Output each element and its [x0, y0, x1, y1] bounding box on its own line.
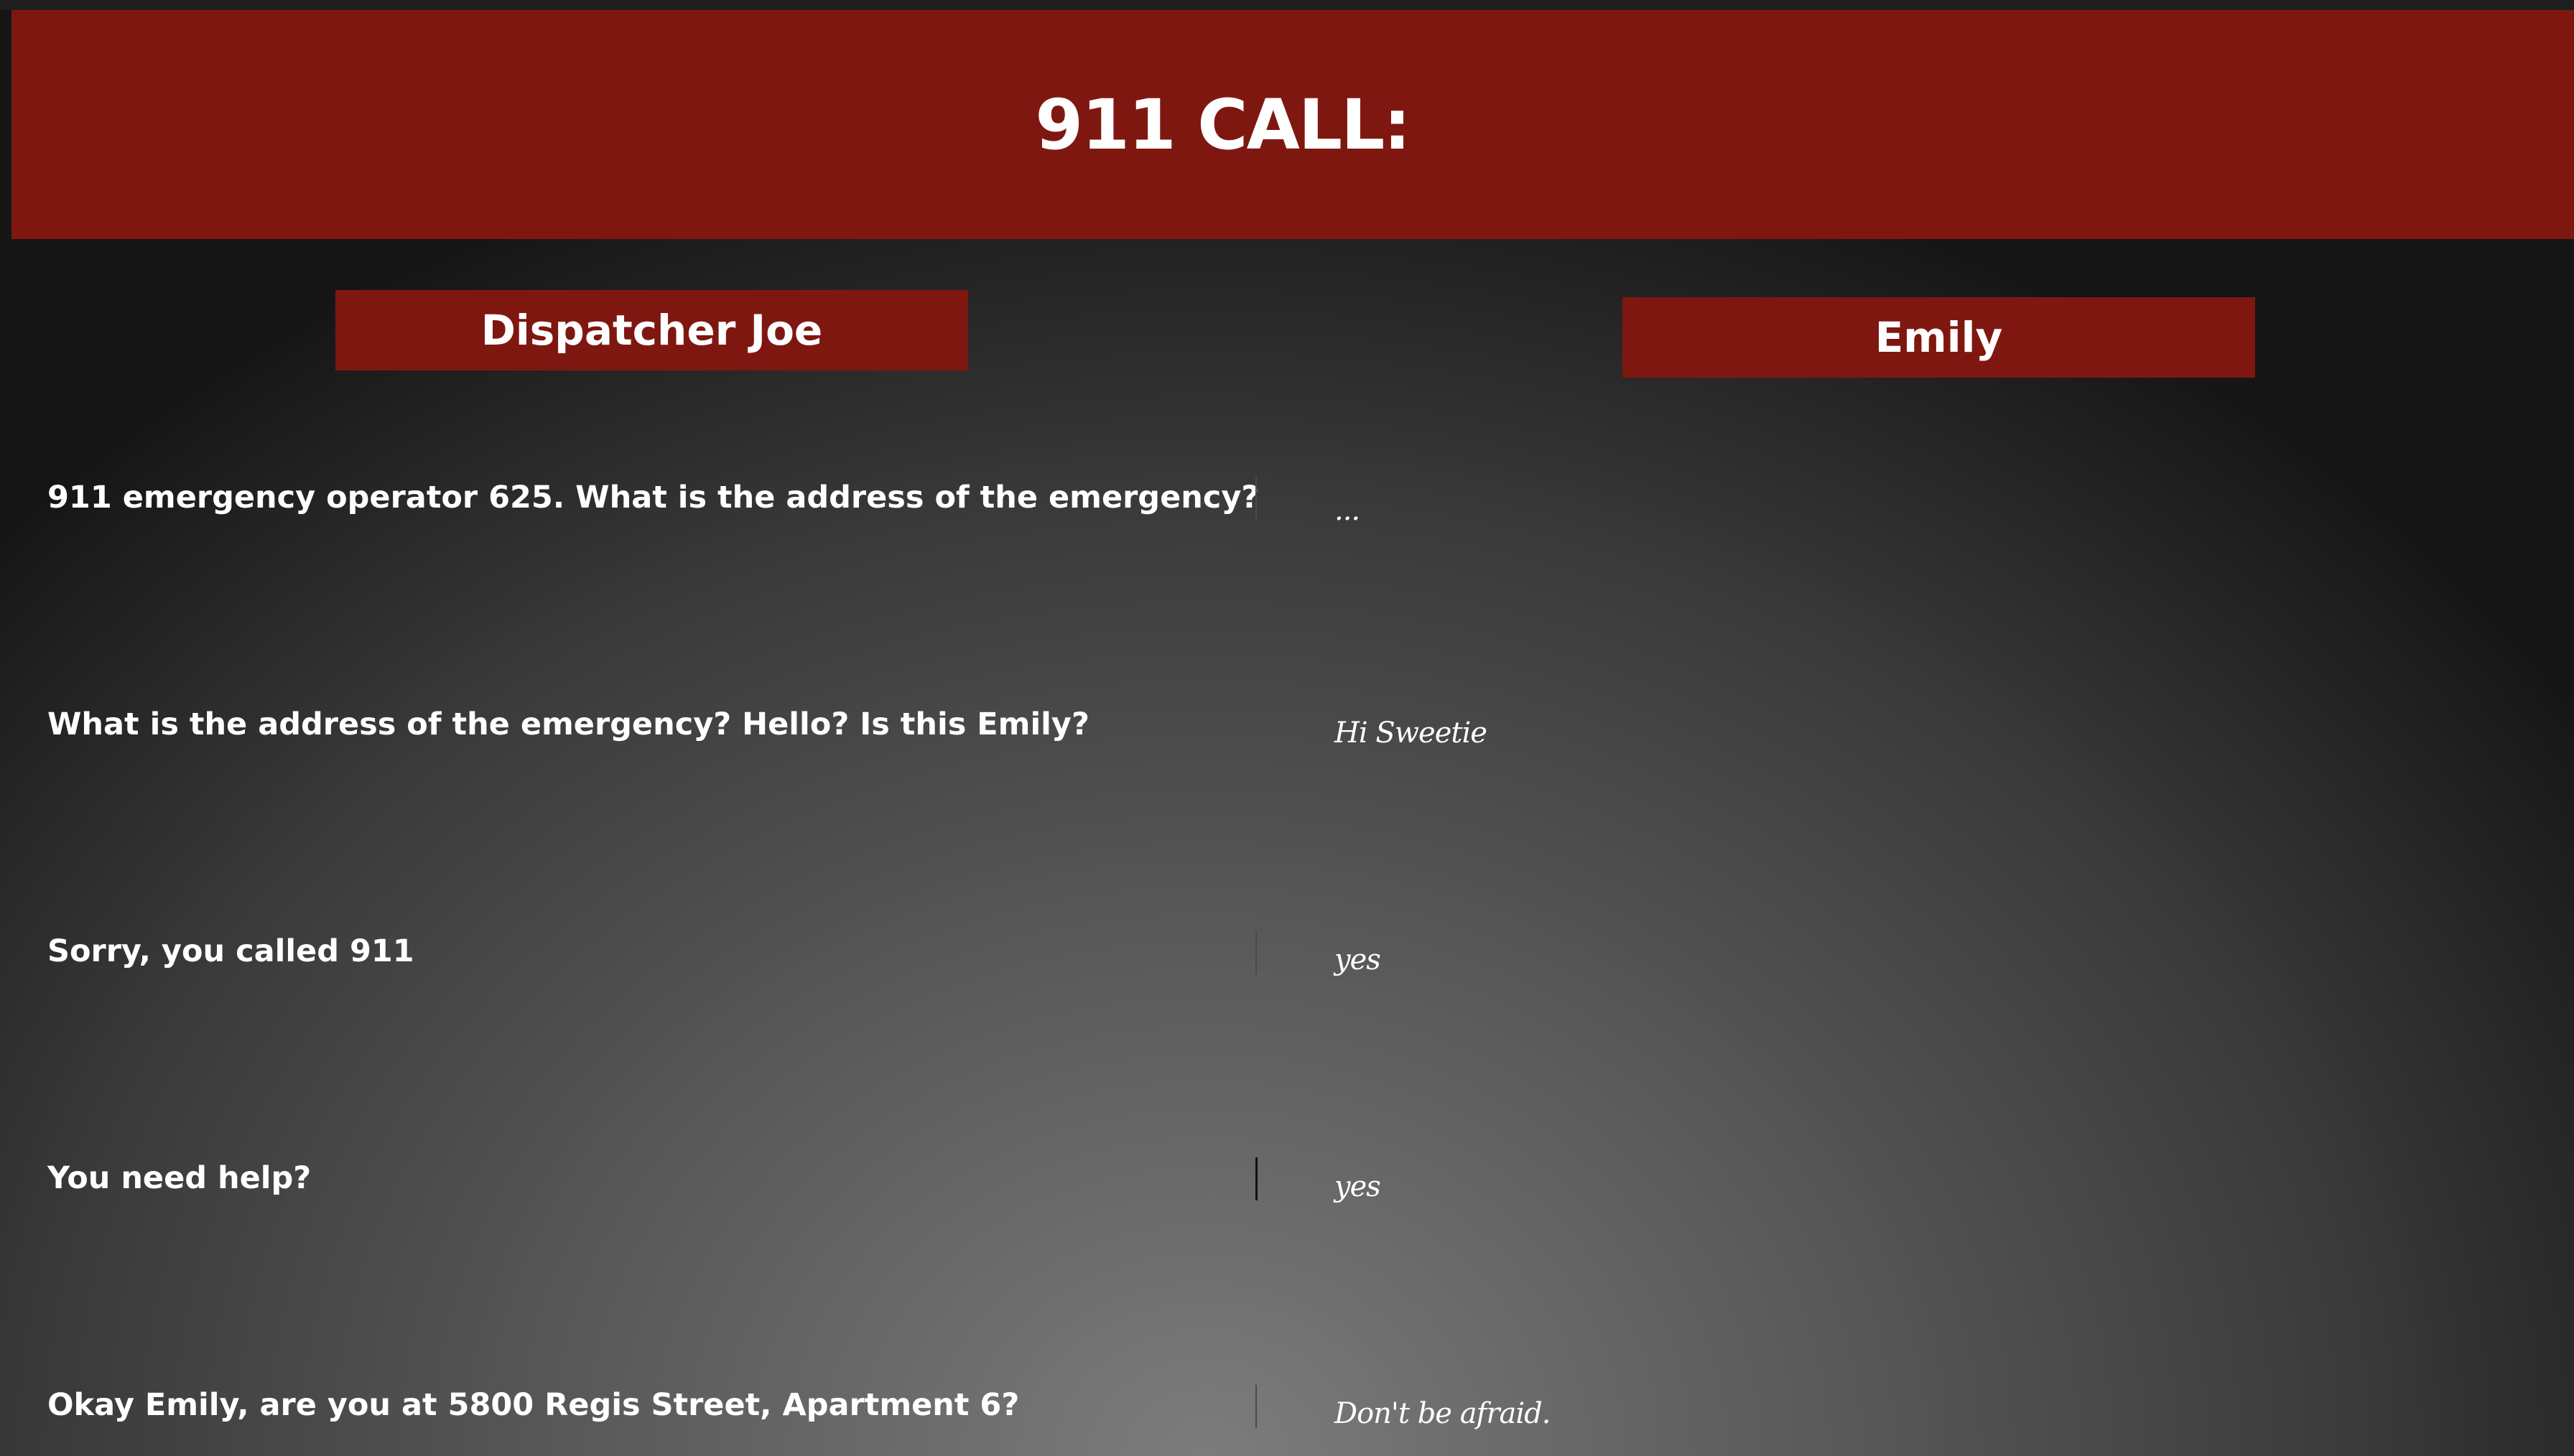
emily-line-5: Don't be afraid.	[1334, 1397, 1551, 1430]
top-strip	[0, 0, 2574, 10]
speaker-label-dispatcher: Dispatcher Joe	[335, 290, 968, 370]
dispatcher-line-5: Okay Emily, are you at 5800 Regis Street…	[47, 1387, 1020, 1423]
emily-line-1: ...	[1334, 494, 1360, 527]
speaker-label-emily: Emily	[1622, 297, 2255, 378]
emily-line-4: yes	[1334, 1170, 1381, 1203]
dispatcher-line-3: Sorry, you called 911	[47, 933, 414, 969]
divider-2	[1255, 706, 1257, 749]
divider-5	[1255, 1385, 1257, 1428]
title-banner: 911 CALL:	[11, 10, 2574, 239]
dispatcher-line-1: 911 emergency operator 625. What is the …	[47, 480, 1260, 515]
divider-4	[1255, 1157, 1258, 1200]
page-title: 911 CALL:	[1035, 84, 1411, 165]
divider-1	[1255, 477, 1257, 520]
dispatcher-line-2: What is the address of the emergency? He…	[47, 706, 1089, 742]
emily-line-3: yes	[1334, 943, 1381, 976]
dispatcher-line-4: You need help?	[47, 1160, 312, 1196]
divider-3	[1255, 932, 1257, 975]
emily-line-2: Hi Sweetie	[1334, 717, 1487, 750]
